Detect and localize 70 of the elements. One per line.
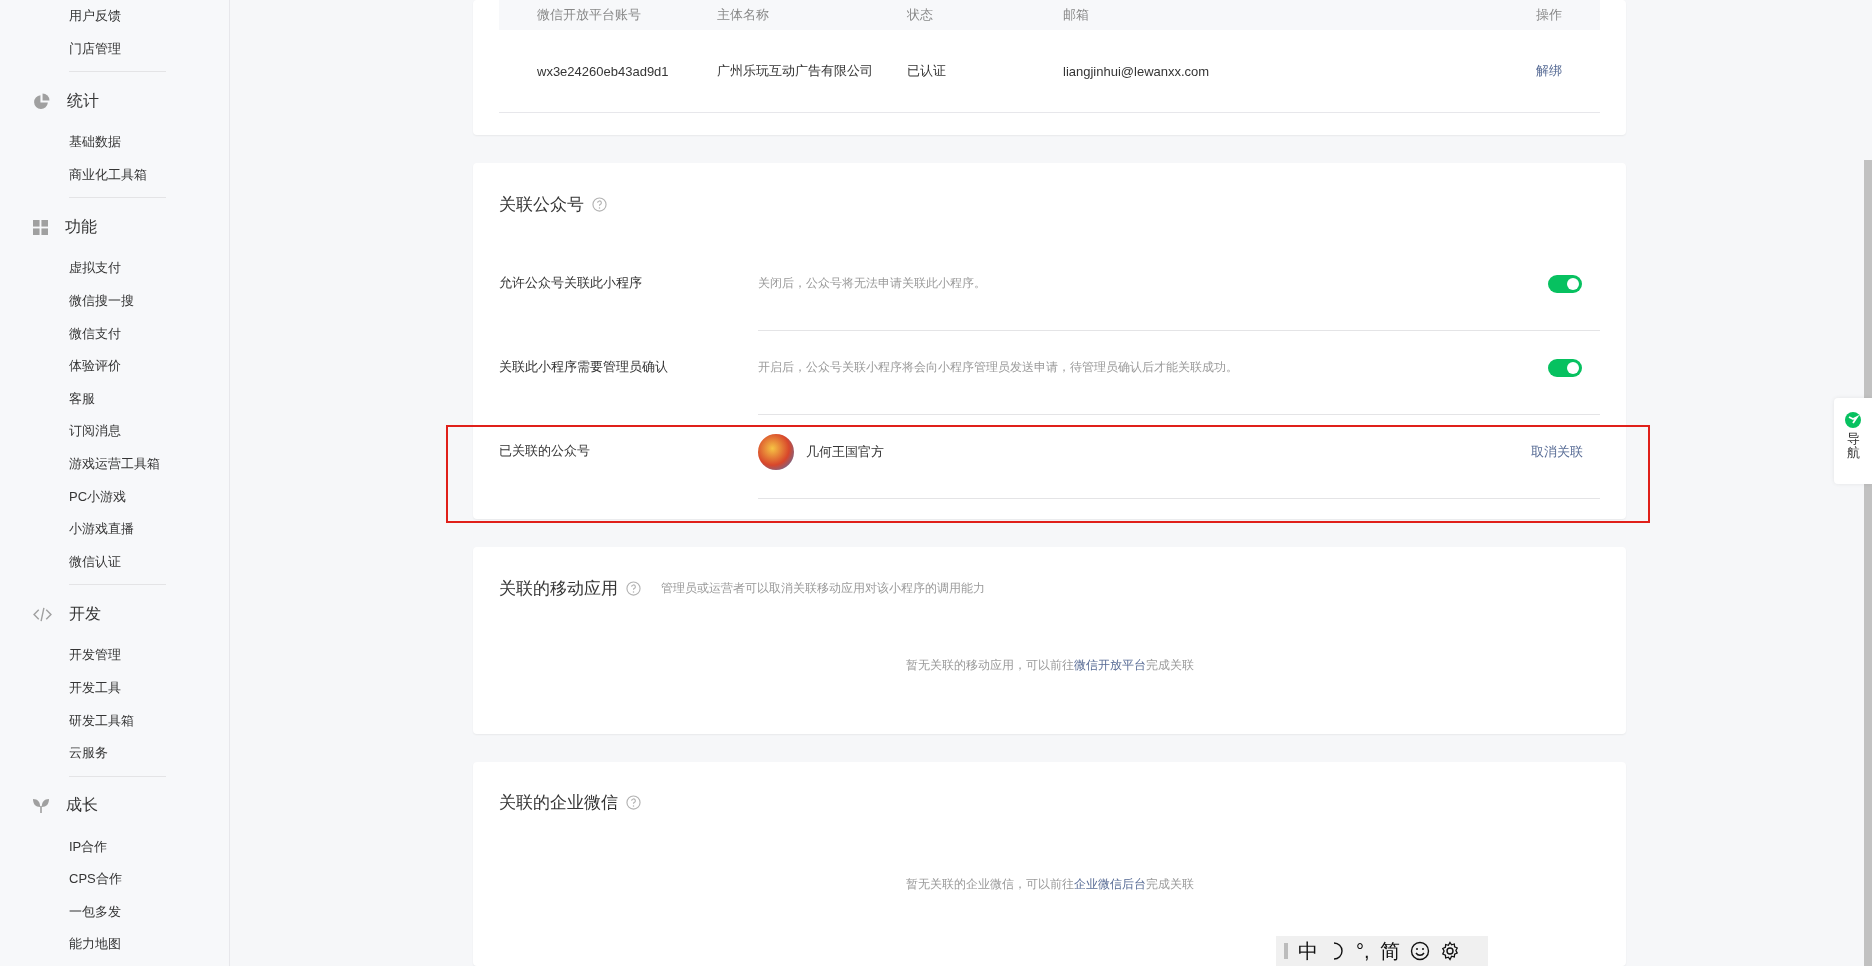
sidebar-group-title: 成长 (66, 795, 98, 816)
section-title: 关联公众号 (499, 193, 584, 216)
sidebar-item[interactable]: 商业化工具箱 (69, 158, 229, 192)
link[interactable]: 企业微信后台 (1073, 876, 1146, 891)
setting-description: 关闭后，公众号将无法申请关联此小程序。 (758, 275, 986, 292)
sidebar-item[interactable]: 一包多发 (69, 895, 229, 929)
toggle-switch[interactable] (1548, 359, 1582, 377)
table-cell-text: 广州乐玩互动广告有限公司 (717, 62, 874, 80)
setting-label: 关联此小程序需要管理员确认 (499, 359, 669, 376)
sidebar-item[interactable]: 虚拟支付 (69, 252, 229, 285)
grid-icon (33, 219, 48, 235)
sidebar-item[interactable]: 用户反馈 (69, 0, 229, 33)
sidebar-item[interactable]: 游戏运营工具箱 (69, 447, 229, 481)
table-cell-text: wx3e24260eb43ad9d1 (537, 63, 670, 79)
help-icon[interactable] (626, 795, 641, 811)
sidebar-item[interactable]: 微信支付 (69, 317, 229, 351)
sidebar-item[interactable]: 小游戏直播 (69, 513, 229, 546)
avatar-image (758, 434, 794, 470)
setting-description: 开启后，公众号关联小程序将会向小程序管理员发送申请，待管理员确认后才能关联成功。 (758, 359, 1238, 376)
drag-handle-icon[interactable] (1284, 943, 1288, 959)
ime-punctuation[interactable]: °, (1356, 941, 1370, 961)
ime-mode[interactable]: 中 (1298, 941, 1318, 961)
column-header: 状态 (907, 6, 934, 24)
ime-script[interactable]: 简 (1379, 941, 1400, 961)
unlink-link[interactable]: 取消关联 (1531, 443, 1583, 461)
setting-label: 允许公众号关联此小程序 (499, 275, 643, 292)
sidebar-item[interactable]: 体验评价 (69, 350, 229, 383)
settings-icon[interactable] (1439, 941, 1460, 961)
sidebar-item[interactable]: 开发管理 (69, 639, 229, 672)
sidebar-item[interactable]: CPS合作 (69, 863, 229, 896)
column-header: 邮箱 (1063, 6, 1090, 24)
toggle-switch[interactable] (1548, 275, 1582, 293)
sidebar-item[interactable]: IP合作 (69, 830, 229, 864)
smiley-icon[interactable] (1409, 941, 1430, 961)
nav-widget[interactable]: 导航 (1834, 398, 1872, 484)
sidebar-item[interactable]: 开发工具 (69, 671, 229, 705)
pie-chart-icon (33, 92, 50, 110)
sidebar-item[interactable]: 客服 (69, 382, 229, 416)
sprout-icon (33, 798, 49, 814)
sidebar-item[interactable]: PC小游戏 (69, 480, 229, 514)
table-cell-text: liangjinhui@lewanxx.com (1063, 63, 1211, 79)
check-icon (1845, 412, 1861, 428)
code-icon (33, 606, 52, 622)
nav-label: 导航 (1846, 432, 1860, 461)
help-icon[interactable] (592, 196, 607, 212)
column-header: 微信开放平台账号 (537, 6, 642, 24)
sidebar-item[interactable]: 订阅消息 (69, 415, 229, 448)
setting-label: 已关联的公众号 (499, 443, 591, 460)
empty-hint: 暂无关联的移动应用，可以前往微信开放平台完成关联 (904, 657, 1195, 674)
help-icon[interactable] (626, 580, 641, 596)
column-header: 操作 (1536, 6, 1562, 24)
sidebar-item[interactable]: 能力地图 (69, 928, 229, 962)
sidebar-item[interactable]: 云服务 (69, 737, 229, 770)
sidebar-item[interactable]: 微信搜一搜 (69, 284, 229, 318)
account-name: 几何王国官方 (806, 443, 884, 461)
sidebar-item[interactable]: 基础数据 (69, 126, 229, 159)
sidebar-item[interactable]: 微信认证 (69, 545, 229, 579)
section-title: 关联的移动应用 (499, 577, 618, 600)
section-title: 关联的企业微信 (499, 792, 618, 815)
unbind-link[interactable]: 解绑 (1536, 62, 1562, 80)
sidebar-group-title: 功能 (65, 216, 97, 237)
column-header: 主体名称 (717, 6, 770, 24)
table-cell-text: 已认证 (907, 62, 947, 80)
sidebar-item[interactable]: 门店管理 (69, 32, 229, 66)
sidebar-item[interactable]: 研发工具箱 (69, 704, 229, 738)
section-subtitle: 管理员或运营者可以取消关联移动应用对该小程序的调用能力 (661, 579, 985, 597)
link[interactable]: 微信开放平台 (1073, 658, 1146, 672)
sidebar-group-title: 统计 (67, 90, 99, 111)
sidebar-group-title: 开发 (69, 603, 101, 624)
empty-hint: 暂无关联的企业微信，可以前往企业微信后台完成关联 (904, 875, 1195, 893)
